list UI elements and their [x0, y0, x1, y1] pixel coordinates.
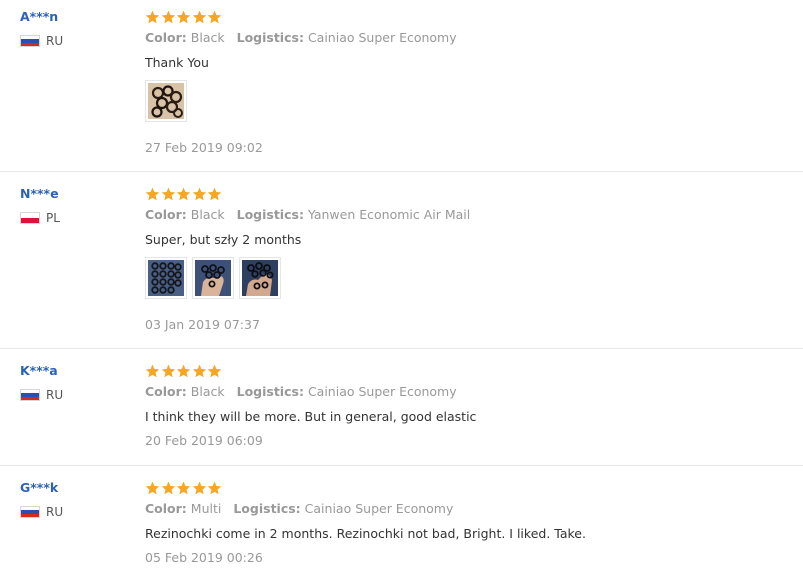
reviewer-name[interactable]: K***a [20, 362, 130, 380]
country-code: RU [46, 34, 64, 48]
reviewer-info: K***a RU [20, 362, 130, 402]
hair-ties-on-denim-image [148, 260, 184, 296]
review-text: Super, but szły 2 months [145, 232, 302, 247]
star-icon [192, 10, 207, 24]
reviewer-country: RU [20, 34, 63, 48]
star-icon [176, 481, 191, 495]
reviewer-name[interactable]: G***k [20, 479, 130, 497]
logistics-label: Logistics: [236, 384, 304, 399]
review-item: N***e PL Color: Black Logistics: Yanwen E… [0, 185, 803, 345]
star-rating [145, 362, 795, 380]
color-label: Color: [145, 384, 187, 399]
hair-ties-bundle-image [148, 83, 184, 119]
divider [0, 465, 803, 466]
review-photos [145, 257, 286, 299]
review-content: Color: Black Logistics: Cainiao Super Eco… [145, 8, 795, 155]
star-icon [207, 481, 222, 495]
star-icon [207, 10, 222, 24]
review-item: G***k RU Color: Multi Logistics: Cainiao … [0, 479, 803, 574]
review-date: 05 Feb 2019 00:26 [145, 550, 263, 565]
color-value: Multi [190, 501, 222, 516]
reviewer-name[interactable]: A***n [20, 8, 130, 26]
star-icon [161, 187, 176, 201]
review-content: Color: Multi Logistics: Cainiao Super Eco… [145, 479, 795, 565]
reviewer-info: G***k RU [20, 479, 130, 519]
star-icon [145, 10, 160, 24]
color-value: Black [190, 384, 225, 399]
star-icon [176, 10, 191, 24]
reviewer-country: RU [20, 388, 63, 402]
star-icon [145, 364, 160, 378]
logistics-value: Cainiao Super Economy [307, 30, 457, 45]
star-icon [192, 481, 207, 495]
star-icon [176, 187, 191, 201]
review-date: 03 Jan 2019 07:37 [145, 317, 260, 332]
divider [0, 348, 803, 349]
star-icon [145, 187, 160, 201]
logistics-label: Logistics: [236, 30, 304, 45]
russia-flag-icon [20, 506, 40, 518]
logistics-label: Logistics: [236, 207, 304, 222]
reviewer-country: RU [20, 505, 63, 519]
star-icon [161, 364, 176, 378]
star-rating [145, 185, 795, 203]
star-icon [161, 10, 176, 24]
photo-thumbnail[interactable] [145, 80, 187, 122]
logistics-value: Yanwen Economic Air Mail [307, 207, 471, 222]
photo-thumbnail[interactable] [192, 257, 234, 299]
review-date: 27 Feb 2019 09:02 [145, 140, 263, 155]
review-text: I think they will be more. But in genera… [145, 409, 477, 424]
color-label: Color: [145, 501, 187, 516]
order-info: Color: Multi Logistics: Cainiao Super Eco… [145, 501, 453, 517]
color-label: Color: [145, 207, 187, 222]
review-item: A***n RU Color: Black Logistics: Cainiao … [0, 8, 803, 168]
hair-ties-in-hand-image [195, 260, 231, 296]
review-photos [145, 80, 192, 122]
photo-thumbnail[interactable] [239, 257, 281, 299]
russia-flag-icon [20, 35, 40, 47]
country-code: RU [46, 505, 64, 519]
star-rating [145, 8, 795, 26]
review-date: 20 Feb 2019 06:09 [145, 433, 263, 448]
star-icon [207, 364, 222, 378]
review-item: K***a RU Color: Black Logistics: Cainiao … [0, 362, 803, 462]
country-code: RU [46, 388, 64, 402]
review-text: Thank You [145, 55, 209, 70]
poland-flag-icon [20, 212, 40, 224]
order-info: Color: Black Logistics: Cainiao Super Eco… [145, 30, 457, 46]
hair-ties-on-fingers-image [242, 260, 278, 296]
order-info: Color: Black Logistics: Yanwen Economic A… [145, 207, 470, 223]
review-text: Rezinochki come in 2 months. Rezinochki … [145, 526, 586, 541]
country-code: PL [46, 211, 60, 225]
star-icon [192, 364, 207, 378]
star-icon [207, 187, 222, 201]
reviewer-country: PL [20, 211, 60, 225]
color-label: Color: [145, 30, 187, 45]
logistics-value: Cainiao Super Economy [304, 501, 454, 516]
russia-flag-icon [20, 389, 40, 401]
divider [0, 171, 803, 172]
review-content: Color: Black Logistics: Yanwen Economic A… [145, 185, 795, 332]
reviewer-name[interactable]: N***e [20, 185, 130, 203]
star-icon [161, 481, 176, 495]
star-icon [176, 364, 191, 378]
logistics-value: Cainiao Super Economy [307, 384, 457, 399]
color-value: Black [190, 207, 225, 222]
color-value: Black [190, 30, 225, 45]
review-content: Color: Black Logistics: Cainiao Super Eco… [145, 362, 795, 448]
reviewer-info: A***n RU [20, 8, 130, 48]
reviewer-info: N***e PL [20, 185, 130, 225]
star-icon [145, 481, 160, 495]
logistics-label: Logistics: [233, 501, 301, 516]
photo-thumbnail[interactable] [145, 257, 187, 299]
star-rating [145, 479, 795, 497]
star-icon [192, 187, 207, 201]
order-info: Color: Black Logistics: Cainiao Super Eco… [145, 384, 457, 400]
